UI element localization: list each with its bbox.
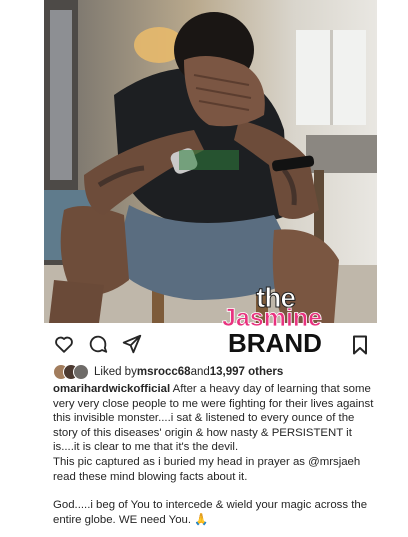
liker-avatar[interactable] [73,364,89,380]
likes-count-link[interactable]: 13,997 others [210,366,284,378]
comment-icon[interactable] [87,333,109,355]
likes-row: Liked by msrocc68 and 13,997 others [53,364,283,380]
post-caption: omarihardwickofficial After a heavy day … [53,382,375,527]
share-icon[interactable] [121,333,143,355]
caption-paragraph-1: omarihardwickofficial After a heavy day … [53,382,375,455]
watermark-brand: BRAND [228,328,322,358]
caption-paragraph-3: God.....i beg of You to intercede & wiel… [53,499,368,526]
post-photo-illustration [44,0,377,323]
caption-text-2-post: read these mind blowing facts about it. [53,470,248,483]
likes-prefix: Liked by [94,366,137,378]
likes-middle: and [190,366,210,378]
post-photo[interactable] [44,0,377,323]
heart-icon[interactable] [53,333,75,355]
mention-link[interactable]: @mrsjaeh [308,456,360,468]
caption-username-link[interactable]: omarihardwickofficial [53,383,170,395]
post-actions [53,333,143,355]
likes-user-link[interactable]: msrocc68 [137,366,191,378]
bookmark-icon[interactable] [352,335,368,355]
brand-watermark: the Jasmine BRAND [222,282,372,362]
caption-paragraph-2: This pic captured as i buried my head in… [53,455,375,484]
caption-text-2-pre: This pic captured as i buried my head in… [53,455,309,468]
